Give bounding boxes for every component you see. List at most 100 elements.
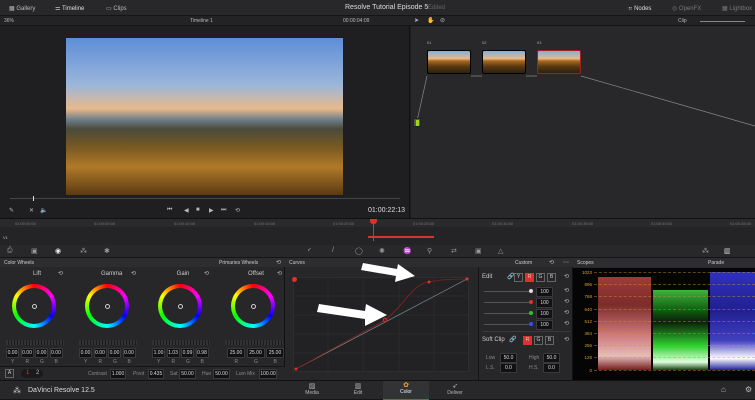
color-match-icon[interactable]: ▣ bbox=[31, 247, 38, 255]
curves-reset-icon[interactable]: ⟲ bbox=[549, 259, 554, 266]
offset-b-field[interactable]: 25.00 bbox=[266, 348, 284, 358]
hand-icon[interactable]: ✋ bbox=[427, 17, 434, 24]
curve-point[interactable] bbox=[294, 367, 298, 371]
lightbox-button[interactable]: ▦ Lightbox bbox=[722, 5, 752, 12]
gain-r-field[interactable]: 1.03 bbox=[166, 348, 180, 358]
lift-y-field[interactable]: 0.00 bbox=[6, 348, 19, 358]
intensity-reset-icon[interactable]: ⟲ bbox=[564, 309, 569, 316]
nodes-button[interactable]: ⠶ Nodes bbox=[628, 5, 651, 12]
offset-master-wheel[interactable] bbox=[225, 340, 283, 345]
offset-g-field[interactable]: 25.00 bbox=[246, 348, 265, 358]
channel-y-toggle[interactable]: Y bbox=[514, 273, 523, 282]
lift-b-field[interactable]: 0.00 bbox=[49, 348, 63, 358]
scrubber[interactable] bbox=[10, 196, 400, 201]
wheel-center-handle[interactable] bbox=[32, 304, 37, 309]
home-icon[interactable]: ⌂ bbox=[721, 385, 726, 394]
auto-balance-button[interactable]: A bbox=[5, 369, 14, 378]
clip-mode-select[interactable]: Clip bbox=[678, 18, 687, 24]
channel-b-toggle[interactable]: B bbox=[547, 273, 556, 282]
curve-point[interactable] bbox=[465, 277, 469, 281]
edit-reset-icon[interactable]: ⟲ bbox=[564, 273, 569, 280]
openfx-button[interactable]: ◎ OpenFX bbox=[672, 5, 701, 12]
intensity-slider[interactable] bbox=[484, 313, 530, 314]
gamma-r-field[interactable]: 0.00 bbox=[93, 348, 107, 358]
pivot-field[interactable]: 0.435 bbox=[148, 369, 164, 379]
timeline-tab[interactable]: ⚌ Timeline bbox=[55, 5, 84, 12]
rgb-mixer-icon[interactable]: ⁂ bbox=[80, 247, 87, 255]
gain-reset-icon[interactable]: ⟲ bbox=[204, 270, 209, 277]
intensity-handle[interactable] bbox=[529, 311, 533, 315]
clips-tab[interactable]: ▭ Clips bbox=[106, 5, 127, 12]
gain-y-field[interactable]: 1.00 bbox=[152, 348, 165, 358]
sat-field[interactable]: 50.00 bbox=[179, 369, 196, 379]
offset-reset-icon[interactable]: ⟲ bbox=[277, 270, 282, 277]
offset-r-field[interactable]: 25.00 bbox=[227, 348, 245, 358]
gain-g-field[interactable]: 0.99 bbox=[181, 348, 194, 358]
soft-clip-g-toggle[interactable]: G bbox=[534, 336, 543, 345]
page-edit[interactable]: ▥ Edit bbox=[346, 382, 370, 396]
intensity-field[interactable]: 100 bbox=[536, 320, 553, 330]
channel-g-toggle[interactable]: G bbox=[536, 273, 545, 282]
gamma-y-field[interactable]: 0.00 bbox=[79, 348, 92, 358]
motion-effects-icon[interactable]: ✱ bbox=[104, 247, 110, 255]
page-media[interactable]: ▨ Media bbox=[300, 382, 324, 396]
play-reverse-icon[interactable]: ◀ bbox=[184, 207, 189, 214]
playhead-marker[interactable] bbox=[370, 219, 377, 224]
gamma-b-field[interactable]: 0.00 bbox=[122, 348, 136, 358]
soft-clip-b-toggle[interactable]: B bbox=[545, 336, 554, 345]
more-options-icon[interactable]: ⋯ bbox=[563, 259, 569, 266]
qualifier-icon[interactable]: / bbox=[332, 247, 334, 254]
source-input-node[interactable] bbox=[413, 118, 421, 127]
gain-master-wheel[interactable] bbox=[152, 340, 210, 345]
intensity-field[interactable]: 100 bbox=[536, 309, 553, 319]
high-field[interactable]: 50.0 bbox=[543, 353, 560, 363]
gamma-g-field[interactable]: 0.00 bbox=[108, 348, 121, 358]
key-icon[interactable]: ⚲ bbox=[427, 247, 432, 255]
go-last-icon[interactable]: ⏭ bbox=[221, 207, 226, 214]
gamma-reset-icon[interactable]: ⟲ bbox=[131, 270, 136, 277]
curves-mode-select[interactable]: Custom bbox=[515, 260, 532, 266]
stop-icon[interactable]: ■ bbox=[196, 207, 200, 213]
reset-all-icon[interactable]: ⟲ bbox=[276, 259, 281, 266]
curves-icon[interactable]: ◜ bbox=[308, 247, 311, 255]
hue-field[interactable]: 50.00 bbox=[213, 369, 230, 379]
intensity-slider[interactable] bbox=[484, 291, 530, 292]
lift-g-field[interactable]: 0.00 bbox=[35, 348, 48, 358]
wheel-center-handle[interactable] bbox=[251, 304, 256, 309]
color-wheels-icon[interactable]: ◉ bbox=[55, 247, 61, 255]
intensity-handle[interactable] bbox=[529, 289, 533, 293]
gain-b-field[interactable]: 0.98 bbox=[195, 348, 209, 358]
tracker-icon[interactable]: ✺ bbox=[379, 247, 385, 255]
stereo-icon[interactable]: ▣ bbox=[475, 247, 482, 255]
keyframe-icon[interactable]: △ bbox=[498, 247, 503, 255]
blur-icon[interactable]: ♒ bbox=[403, 247, 412, 255]
go-first-icon[interactable]: ⏮ bbox=[167, 207, 172, 214]
intensity-field[interactable]: 100 bbox=[536, 287, 553, 297]
lift-reset-icon[interactable]: ⟲ bbox=[58, 270, 63, 277]
ls-field[interactable]: 0.0 bbox=[500, 363, 517, 373]
pointer-icon[interactable]: ➤ bbox=[414, 17, 419, 24]
camera-raw-icon[interactable]: ⎙ bbox=[7, 247, 13, 255]
node-zoom-slider[interactable] bbox=[700, 21, 745, 22]
intensity-reset-icon[interactable]: ⟲ bbox=[564, 298, 569, 305]
info-icon[interactable]: ⁂ bbox=[702, 247, 709, 255]
sizing-icon[interactable]: ⇄ bbox=[451, 247, 457, 255]
primaries-mode-select[interactable]: Primaries Wheels bbox=[219, 260, 258, 266]
play-icon[interactable]: ▶ bbox=[209, 207, 214, 214]
lum-mix-field[interactable]: 100.00 bbox=[259, 369, 277, 379]
loop-icon[interactable]: ⟲ bbox=[235, 207, 240, 214]
settings-icon[interactable]: ⚙ bbox=[745, 385, 752, 394]
zoom-select[interactable]: 36% bbox=[4, 18, 14, 24]
contrast-field[interactable]: 1.000 bbox=[110, 369, 126, 379]
page-1-button[interactable]: 1 bbox=[26, 370, 29, 376]
page-deliver[interactable]: ➶ Deliver bbox=[443, 382, 467, 396]
gallery-tab[interactable]: ▦ Gallery bbox=[9, 5, 35, 12]
intensity-field[interactable]: 100 bbox=[536, 298, 553, 308]
scopes-icon[interactable]: ▥ bbox=[724, 247, 731, 255]
channel-r-toggle[interactable]: R bbox=[525, 273, 534, 282]
intensity-slider[interactable] bbox=[484, 324, 530, 325]
bypass-icon[interactable]: ⊘ bbox=[440, 17, 445, 24]
scope-mode-select[interactable]: Parade bbox=[708, 260, 724, 266]
page-2-button[interactable]: 2 bbox=[36, 370, 39, 376]
window-icon[interactable]: ◯ bbox=[355, 247, 363, 255]
